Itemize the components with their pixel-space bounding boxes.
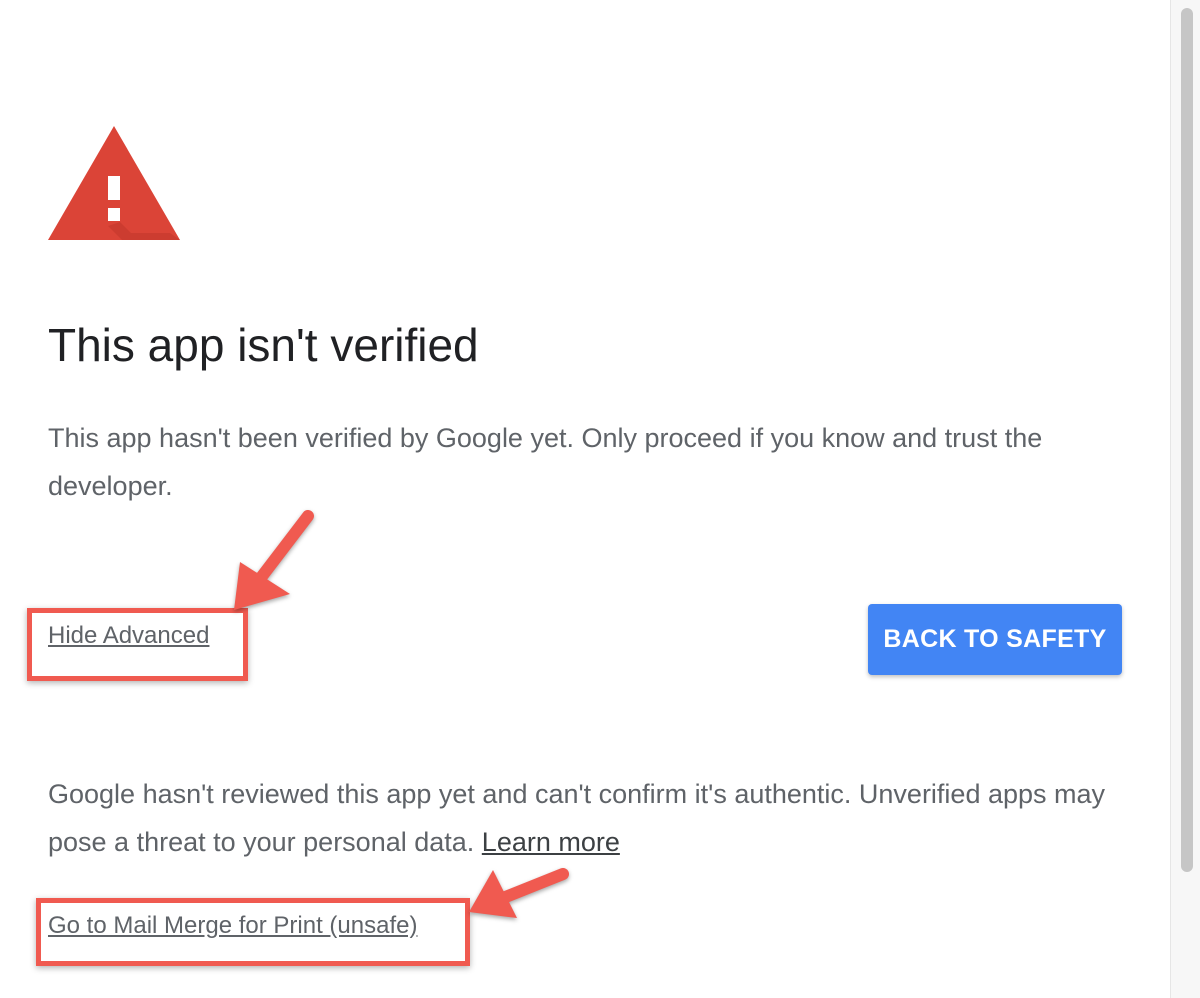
hide-advanced-link[interactable]: Hide Advanced xyxy=(48,622,209,650)
advanced-details-text: Google hasn't reviewed this app yet and … xyxy=(48,770,1128,866)
warning-triangle-icon xyxy=(48,126,180,240)
go-to-unsafe-app-link[interactable]: Go to Mail Merge for Print (unsafe) xyxy=(48,912,417,940)
scrollbar-thumb[interactable] xyxy=(1181,8,1193,872)
annotation-arrow-icon xyxy=(469,868,569,918)
unverified-app-page: This app isn't verified This app hasn't … xyxy=(0,0,1200,998)
page-title: This app isn't verified xyxy=(48,319,479,371)
annotation-arrow-icon xyxy=(234,510,314,610)
back-to-safety-button[interactable]: BACK TO SAFETY xyxy=(868,604,1122,675)
warning-description: This app hasn't been verified by Google … xyxy=(48,423,1043,501)
scrollbar-track[interactable] xyxy=(1170,0,1200,998)
learn-more-link[interactable]: Learn more xyxy=(482,827,620,857)
